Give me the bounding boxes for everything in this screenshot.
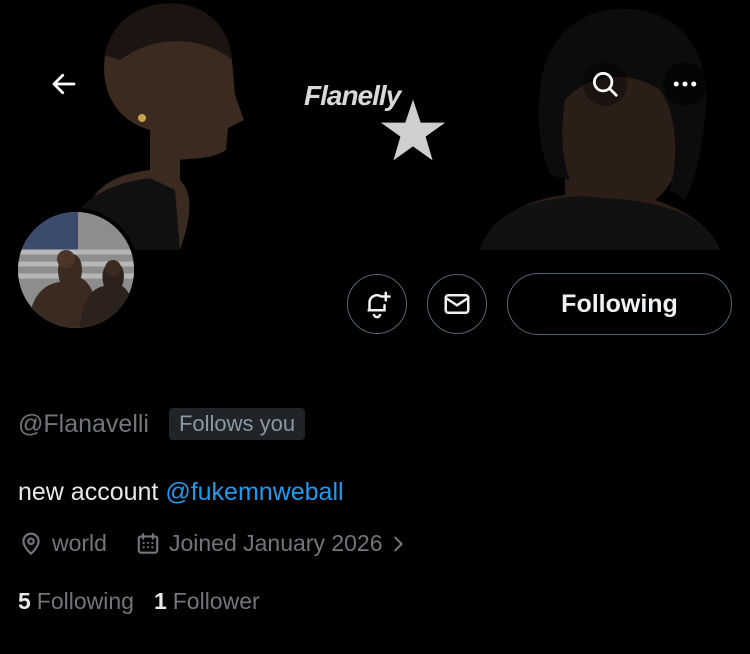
banner-portrait-right — [480, 8, 720, 250]
more-button[interactable] — [663, 62, 707, 106]
location-pin-icon — [22, 532, 40, 555]
arrow-left-icon — [52, 73, 76, 95]
following-label: Following — [36, 588, 134, 614]
followers-label: Follower — [172, 588, 260, 614]
location-text: world — [52, 530, 107, 556]
chevron-right-icon — [393, 536, 403, 551]
star-icon — [380, 99, 446, 161]
banner-logo: Flanelly — [300, 78, 460, 173]
bio-mention-link[interactable]: @fukemnweball — [165, 478, 343, 506]
envelope-icon — [444, 294, 470, 314]
follows-you-badge: Follows you — [168, 408, 306, 440]
search-button[interactable] — [583, 62, 627, 106]
profile-stats: 5 Following 1 Follower — [18, 588, 260, 615]
following-count: 5 — [18, 588, 31, 614]
calendar-icon — [137, 532, 159, 554]
back-button[interactable] — [42, 62, 86, 106]
profile-banner[interactable]: Flanelly — [0, 0, 750, 250]
notifications-button[interactable] — [347, 274, 407, 334]
following-button[interactable]: Following — [507, 273, 732, 335]
avatar-image — [18, 212, 134, 328]
more-horizontal-icon — [673, 81, 697, 87]
handle-row: @Flanavelli Follows you — [18, 408, 306, 440]
avatar-photo — [18, 212, 134, 328]
profile-handle: @Flanavelli — [18, 409, 149, 438]
bell-plus-icon — [367, 291, 391, 319]
message-button[interactable] — [427, 274, 487, 334]
profile-bio: new account @fukemnweball — [18, 478, 344, 507]
search-icon — [593, 72, 618, 97]
joined-text: Joined January 2026 — [168, 530, 383, 556]
location-item: world — [18, 530, 107, 557]
following-count-link[interactable]: 5 Following — [18, 588, 134, 615]
joined-date-item[interactable]: Joined January 2026 — [135, 530, 417, 557]
followers-count: 1 — [153, 588, 167, 614]
followers-count-link[interactable]: 1 Follower — [154, 588, 260, 615]
profile-avatar[interactable] — [14, 208, 138, 332]
profile-meta: world Joined January 2026 — [18, 530, 417, 557]
bio-text: new account — [18, 478, 166, 506]
